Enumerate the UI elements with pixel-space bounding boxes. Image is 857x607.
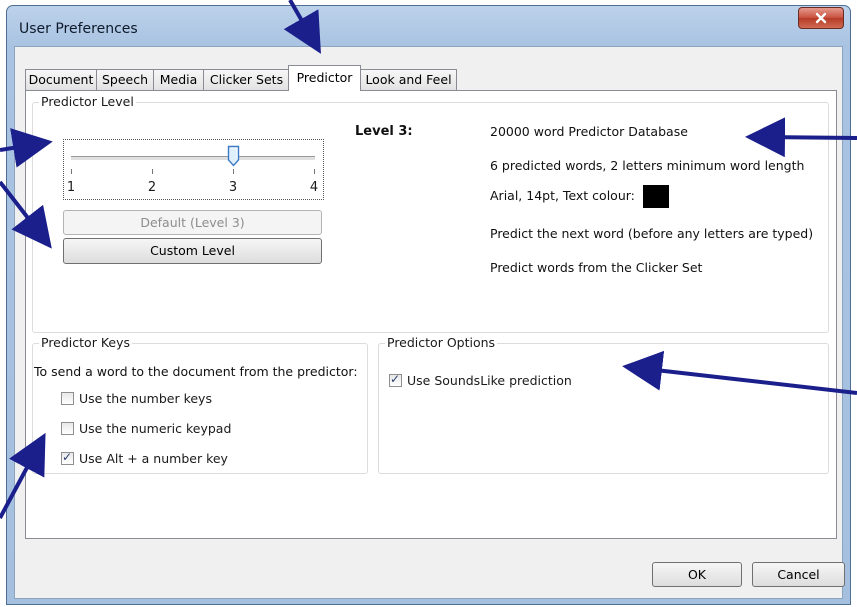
slider-label-2: 2 [147,180,157,195]
alt-number-label: Use Alt + a number key [79,451,228,466]
tab-speech[interactable]: Speech [96,69,154,90]
tab-predictor[interactable]: Predictor [288,65,361,91]
close-button[interactable] [798,7,844,29]
numeric-keypad-label: Use the numeric keypad [79,421,232,436]
level-heading: Level 3: [355,124,413,139]
dialog-window: User Preferences Document Speech Media C… [6,5,851,605]
tab-media[interactable]: Media [153,69,204,90]
predictor-options-title: Predictor Options [385,335,498,350]
number-keys-checkbox[interactable] [61,392,74,405]
soundslike-checkbox-row[interactable]: ✓ Use SoundsLike prediction [389,372,572,388]
check-icon: ✓ [62,450,73,464]
slider-track [71,156,315,161]
check-icon: ✓ [390,372,401,386]
dialog-client-area: Document Speech Media Clicker Sets Predi… [14,46,845,599]
database-text: 20000 word Predictor Database [490,124,688,139]
level-slider[interactable]: 1 2 3 4 [63,139,324,200]
slider-tick [152,169,153,174]
slider-thumb[interactable] [227,145,240,167]
default-level-button[interactable]: Default (Level 3) [63,210,322,235]
predictor-options-group: Predictor Options ✓ Use SoundsLike predic… [378,335,829,474]
tab-look-and-feel[interactable]: Look and Feel [360,69,457,90]
numeric-keypad-checkbox-row[interactable]: Use the numeric keypad [61,421,231,436]
predictor-keys-description: To send a word to the document from the … [34,364,358,379]
alt-number-checkbox[interactable]: ✓ [61,450,74,465]
alt-number-checkbox-row[interactable]: ✓ Use Alt + a number key [61,450,228,466]
soundslike-label: Use SoundsLike prediction [407,373,572,388]
tab-document[interactable]: Document [25,69,97,90]
predictor-keys-group: Predictor Keys To send a word to the doc… [32,335,368,474]
font-info-text: Arial, 14pt, Text colour: [490,188,635,203]
predicted-words-text: 6 predicted words, 2 letters minimum wor… [490,158,805,173]
cancel-button[interactable]: Cancel [752,562,845,587]
custom-level-button[interactable]: Custom Level [63,238,322,264]
slider-tick [71,169,72,174]
predictor-keys-title: Predictor Keys [39,335,132,350]
numeric-keypad-checkbox[interactable] [61,422,74,435]
tab-clicker-sets[interactable]: Clicker Sets [203,69,290,90]
slider-label-1: 1 [66,180,76,195]
ok-button[interactable]: OK [652,562,742,587]
text-colour-swatch [642,185,669,208]
predictor-level-group: Predictor Level 1 2 3 4 Default (Level 3… [32,94,829,333]
slider-label-3: 3 [228,180,238,195]
title-bar[interactable]: User Preferences [7,6,850,48]
soundslike-checkbox[interactable]: ✓ [389,372,402,387]
predictor-level-title: Predictor Level [39,94,136,109]
clicker-set-text: Predict words from the Clicker Set [490,260,703,275]
window-title: User Preferences [19,21,138,37]
slider-label-4: 4 [309,180,319,195]
slider-tick [233,169,234,174]
predictor-tab-panel: Predictor Level 1 2 3 4 Default (Level 3… [25,90,837,539]
next-word-text: Predict the next word (before any letter… [490,226,814,241]
number-keys-checkbox-row[interactable]: Use the number keys [61,391,212,406]
number-keys-label: Use the number keys [79,391,212,406]
close-icon [815,12,827,24]
font-info-row: Arial, 14pt, Text colour: [490,183,669,209]
slider-tick [314,169,315,174]
